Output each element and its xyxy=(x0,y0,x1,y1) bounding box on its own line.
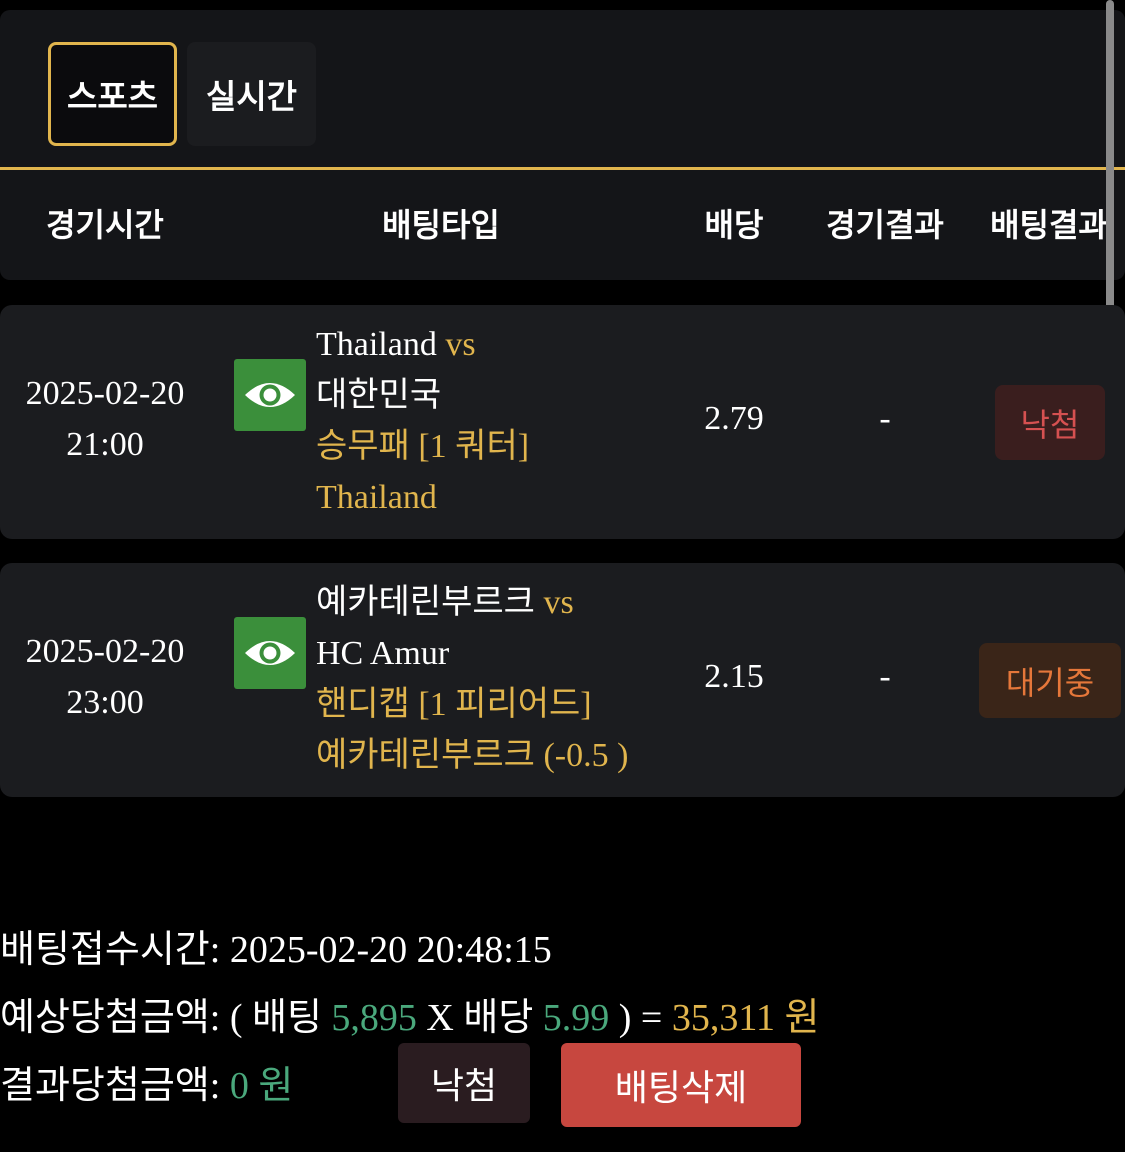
result-win-currency: 원 xyxy=(258,1065,294,1107)
match-datetime: 2025-02-20 23:00 xyxy=(26,626,185,728)
column-header-bet-type: 배팅타입 xyxy=(382,206,500,244)
away-team: 대한민국 xyxy=(316,377,442,414)
game-result: - xyxy=(879,400,891,437)
bet-amount: 5,895 xyxy=(331,997,417,1039)
odds-value: 2.79 xyxy=(704,400,764,437)
market-type: 승무패 [1 쿼터] xyxy=(316,428,530,465)
home-team: 예카테린부르크 xyxy=(316,584,535,621)
match-time: 21:00 xyxy=(66,426,144,463)
bet-result-badge: 낙첨 xyxy=(995,385,1105,460)
expected-win-label: 예상당첨금액: xyxy=(0,997,221,1039)
expected-win-amount: 35,311 xyxy=(671,997,775,1039)
column-header-time: 경기시간 xyxy=(46,206,164,244)
total-odds: 5.99 xyxy=(542,997,610,1039)
view-button[interactable] xyxy=(234,617,306,689)
bet-result-badge: 대기중 xyxy=(979,643,1121,718)
close-paren-equals: ) = xyxy=(618,997,663,1039)
table-row: 2025-02-20 23:00 예카테린부르크 vs HC Amur 핸디캡 … xyxy=(0,563,1125,797)
vs-label: vs xyxy=(543,584,574,621)
column-header-odds: 배당 xyxy=(704,206,764,244)
column-header-bet-result: 배팅결과 xyxy=(990,206,1108,244)
result-win-amount: 0 xyxy=(229,1065,249,1107)
table-row: 2025-02-20 21:00 Thailand vs 대한민국 승무패 [1… xyxy=(0,305,1125,539)
match-datetime: 2025-02-20 21:00 xyxy=(26,368,185,470)
match-date: 2025-02-20 xyxy=(25,633,185,670)
match-date: 2025-02-20 xyxy=(25,375,185,412)
header-panel: 스포츠 실시간 경기시간 배팅타입 배당 경기결과 배팅결과 xyxy=(0,10,1125,280)
expected-win-currency: 원 xyxy=(784,997,820,1039)
vs-label: vs xyxy=(445,326,476,363)
bet-info: 예카테린부르크 vs HC Amur 핸디캡 [1 피리어드] 예카테린부르크 … xyxy=(316,577,628,781)
bet-time-value: 2025-02-20 20:48:15 xyxy=(229,929,552,971)
bet-time-label: 배팅접수시간: xyxy=(0,929,221,971)
market-type: 핸디캡 [1 피리어드] xyxy=(316,686,592,723)
times-sign: X xyxy=(426,997,454,1039)
expected-win-line: 예상당첨금액: ( 배팅 5,895 X 배당 5.99 ) = 35,311 … xyxy=(0,986,819,1041)
eye-icon xyxy=(245,641,295,665)
bet-word: 배팅 xyxy=(251,997,322,1039)
away-team: HC Amur xyxy=(316,635,450,672)
result-win-line: 결과당첨금액: 0 원 xyxy=(0,1054,293,1109)
bet-pick: 예카테린부르크 (-0.5 ) xyxy=(316,737,629,774)
match-teams-line1: 예카테린부르크 vs xyxy=(316,577,628,628)
home-team: Thailand xyxy=(316,326,437,363)
delete-bet-button[interactable]: 배팅삭제 xyxy=(561,1043,801,1127)
game-result: - xyxy=(879,658,891,695)
result-win-label: 결과당첨금액: xyxy=(0,1065,221,1107)
bet-history-page: 스포츠 실시간 경기시간 배팅타입 배당 경기결과 배팅결과 2025-02-2… xyxy=(0,0,1125,1152)
column-header-game-result: 경기결과 xyxy=(826,206,944,244)
match-time: 23:00 xyxy=(66,684,144,721)
tab-sports[interactable]: 스포츠 xyxy=(48,42,177,146)
header-divider xyxy=(0,167,1125,170)
view-button[interactable] xyxy=(234,359,306,431)
odds-word: 배당 xyxy=(463,997,534,1039)
open-paren: ( xyxy=(229,997,243,1039)
odds-value: 2.15 xyxy=(704,658,764,695)
tab-live[interactable]: 실시간 xyxy=(187,42,316,146)
bet-status-button[interactable]: 낙첨 xyxy=(398,1043,530,1123)
bet-pick: Thailand xyxy=(316,479,437,516)
bet-time-line: 배팅접수시간: 2025-02-20 20:48:15 xyxy=(0,918,552,973)
bet-info: Thailand vs 대한민국 승무패 [1 쿼터] Thailand xyxy=(316,319,529,523)
eye-icon xyxy=(245,383,295,407)
match-teams-line1: Thailand vs xyxy=(316,319,529,370)
